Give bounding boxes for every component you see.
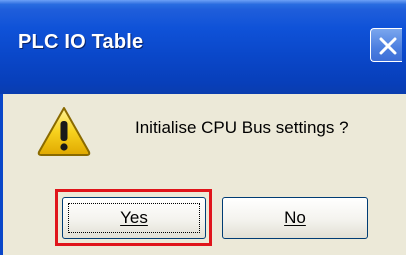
no-button-label: No (284, 208, 306, 227)
yes-button[interactable]: Yes (62, 197, 206, 239)
title-bar[interactable]: PLC IO Table (0, 0, 406, 94)
focus-rectangle (68, 203, 200, 233)
dialog-title: PLC IO Table (18, 31, 144, 53)
close-icon (379, 37, 397, 55)
title-bar-highlight (0, 0, 406, 4)
window-frame-left (0, 94, 3, 255)
no-button[interactable]: No (222, 197, 368, 239)
warning-icon (37, 107, 91, 156)
close-button[interactable] (370, 28, 402, 62)
dialog-message: Initialise CPU Bus settings ? (135, 118, 349, 137)
